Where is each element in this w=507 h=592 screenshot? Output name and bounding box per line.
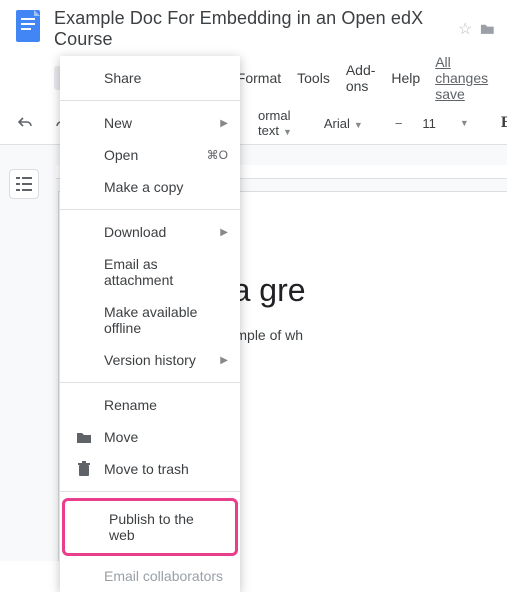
folder-icon — [74, 429, 94, 445]
font-select[interactable]: Arial ▼ — [318, 116, 369, 131]
bold-button[interactable]: B — [495, 110, 507, 136]
font-label: Arial — [324, 116, 350, 131]
highlight-annotation: Publish to the web — [62, 498, 238, 556]
menu-open[interactable]: Open ⌘O — [60, 139, 240, 171]
menu-share[interactable]: Share — [60, 62, 240, 94]
font-size-value[interactable]: 11 — [416, 116, 442, 131]
submenu-arrow-icon: ▶ — [220, 118, 228, 129]
menu-item-label: Share — [104, 70, 141, 86]
doc-title[interactable]: Example Doc For Embedding in an Open edX… — [54, 8, 450, 50]
menu-item-label: Download — [104, 224, 166, 240]
menu-make-copy[interactable]: Make a copy — [60, 171, 240, 203]
menu-item-label: Email as attachment — [104, 256, 226, 288]
menu-item-label: Rename — [104, 397, 157, 413]
docs-logo[interactable] — [12, 8, 44, 48]
menu-item-label: Make available offline — [104, 304, 226, 336]
trash-icon — [74, 461, 94, 477]
menu-move[interactable]: Move — [60, 421, 240, 453]
submenu-arrow-icon: ▶ — [220, 227, 228, 238]
menu-version-history[interactable]: Version history ▶ — [60, 344, 240, 376]
folder-icon[interactable] — [480, 22, 495, 36]
menu-available-offline[interactable]: Make available offline — [60, 296, 240, 344]
menu-addons[interactable]: Add-ons — [339, 58, 383, 98]
menu-item-label: Email collaborators — [104, 568, 223, 584]
caret-down-icon: ▼ — [354, 120, 363, 130]
menu-item-label: Publish to the web — [109, 511, 221, 543]
changes-saved-link[interactable]: All changes save — [435, 54, 495, 102]
font-size-increase[interactable]: ▼ — [450, 114, 475, 132]
menu-tools[interactable]: Tools — [290, 66, 337, 90]
menu-item-label: New — [104, 115, 132, 131]
menu-item-label: Move — [104, 429, 138, 445]
menu-item-label: Open — [104, 147, 138, 163]
menu-email-collaborators: Email collaborators — [60, 560, 240, 592]
menu-rename[interactable]: Rename — [60, 389, 240, 421]
menu-help[interactable]: Help — [384, 66, 427, 90]
menu-divider — [60, 491, 240, 492]
menu-item-label: Move to trash — [104, 461, 189, 477]
caret-down-icon: ▼ — [283, 127, 292, 137]
file-menu-dropdown: Share New ▶ Open ⌘O Make a copy Download… — [60, 56, 240, 592]
menu-new[interactable]: New ▶ — [60, 107, 240, 139]
menu-publish-to-web[interactable]: Publish to the web — [65, 501, 235, 553]
menu-move-to-trash[interactable]: Move to trash — [60, 453, 240, 485]
menu-download[interactable]: Download ▶ — [60, 216, 240, 248]
menu-divider — [60, 100, 240, 101]
menu-divider — [60, 382, 240, 383]
menu-item-label: Version history — [104, 352, 196, 368]
submenu-arrow-icon: ▶ — [220, 355, 228, 366]
menu-divider — [60, 209, 240, 210]
outline-toggle[interactable] — [9, 169, 39, 199]
paragraph-style-select[interactable]: ormal text▼ — [252, 108, 298, 138]
font-size-decrease[interactable]: − — [389, 112, 409, 135]
menu-email-attachment[interactable]: Email as attachment — [60, 248, 240, 296]
undo-button[interactable] — [12, 111, 40, 135]
menu-item-label: Make a copy — [104, 179, 183, 195]
shortcut-label: ⌘O — [207, 148, 228, 162]
star-icon[interactable]: ☆ — [458, 19, 472, 39]
